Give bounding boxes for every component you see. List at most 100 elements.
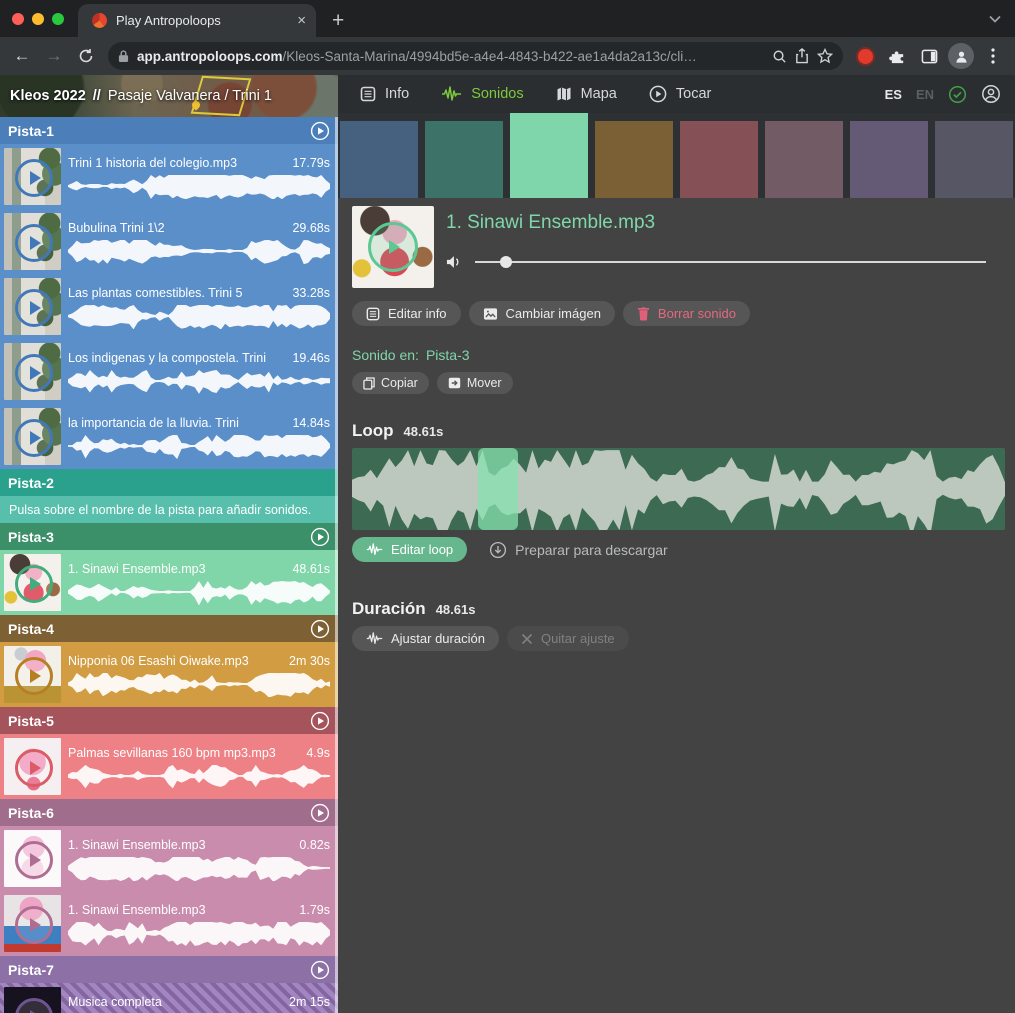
clip-play-icon[interactable] (15, 998, 53, 1013)
track-header-pista-7[interactable]: Pista-7 (0, 956, 338, 983)
track-color-swatch-1[interactable] (340, 121, 418, 198)
tab-tocar[interactable]: Tocar (649, 85, 711, 103)
track-play-icon[interactable] (310, 803, 330, 823)
track-play-icon[interactable] (310, 711, 330, 731)
clip-row[interactable]: Las plantas comestibles. Trini 5 33.28s (0, 274, 338, 339)
clip-play-icon[interactable] (15, 657, 53, 695)
volume-slider[interactable] (475, 261, 986, 263)
clip-row[interactable]: Palmas sevillanas 160 bpm mp3.mp3 4.9s (0, 734, 338, 799)
volume-icon[interactable] (446, 255, 463, 269)
track-color-swatch-8[interactable] (935, 121, 1013, 198)
track-name[interactable]: Pista-2 (8, 475, 54, 491)
tab-sonidos[interactable]: Sonidos (441, 86, 523, 102)
close-window-button[interactable] (12, 13, 24, 25)
track-play-icon[interactable] (310, 619, 330, 639)
track-name[interactable]: Pista-4 (8, 621, 54, 637)
clip-row[interactable]: Los indigenas y la compostela. Trini 19.… (0, 339, 338, 404)
delete-sound-button[interactable]: Borrar sonido (623, 301, 750, 326)
address-bar[interactable]: app.antropoloops.com/Kleos-Santa-Marina/… (108, 42, 843, 70)
track-header-pista-4[interactable]: Pista-4 (0, 615, 338, 642)
clip-thumbnail[interactable] (4, 408, 61, 465)
extensions-puzzle-icon[interactable] (883, 42, 911, 70)
track-color-swatch-3[interactable] (510, 113, 588, 198)
maximize-window-button[interactable] (52, 13, 64, 25)
prepare-download-button[interactable]: Preparar para descargar (483, 540, 674, 560)
track-header-pista-6[interactable]: Pista-6 (0, 799, 338, 826)
url-text[interactable]: app.antropoloops.com/Kleos-Santa-Marina/… (137, 49, 764, 64)
clip-thumbnail[interactable] (4, 213, 61, 270)
clip-row[interactable]: Nipponia 06 Esashi Oiwake.mp3 2m 30s (0, 642, 338, 707)
sound-in-track-link[interactable]: Pista-3 (426, 347, 470, 363)
track-header-pista-5[interactable]: Pista-5 (0, 707, 338, 734)
forward-icon[interactable]: → (40, 42, 68, 70)
clip-row[interactable]: Musica completa 2m 15s (0, 983, 338, 1013)
back-icon[interactable]: ← (8, 42, 36, 70)
track-play-icon[interactable] (310, 121, 330, 141)
lang-es-button[interactable]: ES (885, 87, 902, 102)
share-icon[interactable] (795, 48, 809, 64)
profile-avatar[interactable] (947, 42, 975, 70)
clip-thumbnail[interactable] (4, 554, 61, 611)
clip-play-icon[interactable] (15, 841, 53, 879)
browser-menu-icon[interactable] (979, 42, 1007, 70)
reload-icon[interactable] (72, 42, 100, 70)
sidebar-scrollbar[interactable] (335, 117, 338, 1013)
track-play-icon[interactable] (310, 527, 330, 547)
sound-play-icon[interactable] (368, 222, 418, 272)
track-name[interactable]: Pista-6 (8, 805, 54, 821)
bookmark-star-icon[interactable] (817, 48, 833, 64)
clip-play-icon[interactable] (15, 749, 53, 787)
track-name[interactable]: Pista-5 (8, 713, 54, 729)
account-icon[interactable] (981, 84, 1001, 104)
clip-play-icon[interactable] (15, 419, 53, 457)
tab-info[interactable]: Info (360, 86, 409, 102)
lock-icon[interactable] (118, 49, 129, 63)
breadcrumb[interactable]: Kleos 2022//Pasaje Valvanera / Trini 1 (0, 75, 338, 117)
track-name[interactable]: Pista-1 (8, 123, 54, 139)
track-color-swatch-6[interactable] (765, 121, 843, 198)
tab-close-icon[interactable]: × (297, 13, 306, 28)
track-color-swatch-5[interactable] (680, 121, 758, 198)
track-color-swatch-4[interactable] (595, 121, 673, 198)
tab-search-chevron-icon[interactable] (989, 10, 1001, 28)
clip-play-icon[interactable] (15, 224, 53, 262)
edit-loop-button[interactable]: Editar loop (352, 537, 467, 562)
tab-mapa[interactable]: Mapa (556, 86, 617, 102)
clip-play-icon[interactable] (15, 565, 53, 603)
clip-thumbnail[interactable] (4, 830, 61, 887)
track-play-icon[interactable] (310, 960, 330, 980)
clip-thumbnail[interactable] (4, 148, 61, 205)
clip-thumbnail[interactable] (4, 343, 61, 400)
side-panel-icon[interactable] (915, 42, 943, 70)
adjust-duration-button[interactable]: Ajustar duración (352, 626, 499, 651)
change-image-button[interactable]: Cambiar imágen (469, 301, 615, 326)
clip-play-icon[interactable] (15, 289, 53, 327)
clip-row[interactable]: 1. Sinawi Ensemble.mp3 0.82s (0, 826, 338, 891)
volume-slider-thumb[interactable] (500, 256, 512, 268)
zoom-page-icon[interactable] (772, 49, 787, 64)
browser-tab[interactable]: Play Antropoloops × (78, 4, 316, 37)
recording-extension-icon[interactable] (851, 42, 879, 70)
clip-thumbnail[interactable] (4, 646, 61, 703)
minimize-window-button[interactable] (32, 13, 44, 25)
breadcrumb-page[interactable]: Pasaje Valvanera / Trini 1 (108, 88, 272, 104)
clip-play-icon[interactable] (15, 354, 53, 392)
track-header-pista-2[interactable]: Pista-2 (0, 469, 338, 496)
track-header-pista-1[interactable]: Pista-1 (0, 117, 338, 144)
track-color-swatch-2[interactable] (425, 121, 503, 198)
lang-en-button[interactable]: EN (916, 87, 934, 102)
clip-thumbnail[interactable] (4, 278, 61, 335)
clip-row[interactable]: Trini 1 historia del colegio.mp3 17.79s (0, 144, 338, 209)
edit-info-button[interactable]: Editar info (352, 301, 461, 326)
track-color-swatch-7[interactable] (850, 121, 928, 198)
track-header-pista-3[interactable]: Pista-3 (0, 523, 338, 550)
move-button[interactable]: Mover (437, 372, 513, 394)
remove-adjust-button[interactable]: Quitar ajuste (507, 626, 629, 651)
clip-thumbnail[interactable] (4, 738, 61, 795)
clip-thumbnail[interactable] (4, 987, 61, 1013)
track-name[interactable]: Pista-7 (8, 962, 54, 978)
new-tab-button[interactable]: + (316, 10, 344, 37)
clip-row[interactable]: 1. Sinawi Ensemble.mp3 1.79s (0, 891, 338, 956)
sound-thumbnail[interactable] (352, 206, 434, 288)
loop-selection-region[interactable] (478, 448, 518, 530)
